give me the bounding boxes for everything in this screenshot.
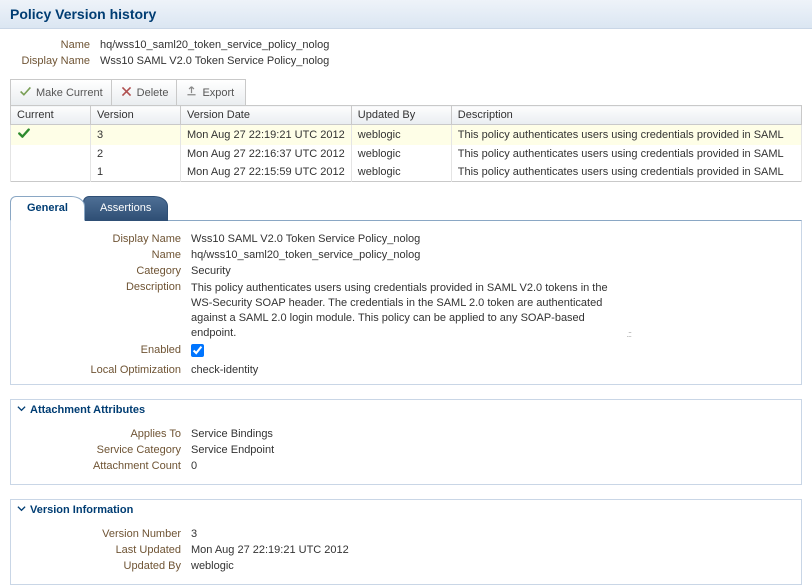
vi-updatedby-value: weblogic <box>191 560 791 572</box>
gen-category-label: Category <box>21 265 191 277</box>
table-row[interactable]: 3Mon Aug 27 22:19:21 UTC 2012weblogicThi… <box>11 125 802 146</box>
version-info-toggle[interactable]: Version Information <box>11 500 801 520</box>
toolbar: Make Current Delete Export <box>10 79 246 105</box>
gen-enabled-label: Enabled <box>21 344 191 360</box>
version-table: Current Version Version Date Updated By … <box>10 105 802 182</box>
gen-localopt-label: Local Optimization <box>21 364 191 376</box>
delete-icon <box>120 85 133 101</box>
gen-display-name-value: Wss10 SAML V2.0 Token Service Policy_nol… <box>191 233 791 245</box>
page-header: Policy Version history <box>0 0 812 29</box>
enabled-checkbox[interactable] <box>191 344 204 357</box>
check-outline-icon <box>19 85 32 101</box>
make-current-button[interactable]: Make Current <box>11 80 112 105</box>
col-current[interactable]: Current <box>11 106 91 125</box>
gen-enabled-value <box>191 344 791 360</box>
gen-description-text: This policy authenticates users using cr… <box>191 282 608 339</box>
table-header-row: Current Version Version Date Updated By … <box>11 106 802 125</box>
cell-version: 3 <box>91 125 181 146</box>
gen-category-value: Security <box>191 265 791 277</box>
gen-name-label: Name <box>21 249 191 261</box>
tab-general[interactable]: General <box>10 196 85 221</box>
cell-description: This policy authenticates users using cr… <box>451 163 801 182</box>
summary-display-name-label: Display Name <box>10 55 100 67</box>
cell-date: Mon Aug 27 22:19:21 UTC 2012 <box>181 125 352 146</box>
page-title: Policy Version history <box>10 6 156 22</box>
gen-description-value: This policy authenticates users using cr… <box>191 281 631 340</box>
export-label: Export <box>202 87 234 99</box>
general-panel: Display Name Wss10 SAML V2.0 Token Servi… <box>10 220 802 385</box>
cell-date: Mon Aug 27 22:15:59 UTC 2012 <box>181 163 352 182</box>
cell-current <box>11 163 91 182</box>
vi-updatedby-label: Updated By <box>21 560 191 572</box>
cell-current <box>11 125 91 146</box>
gen-localopt-value: check-identity <box>191 364 791 376</box>
summary-display-name-value: Wss10 SAML V2.0 Token Service Policy_nol… <box>100 55 802 67</box>
col-description[interactable]: Description <box>451 106 801 125</box>
delete-button[interactable]: Delete <box>112 80 178 105</box>
col-version-date[interactable]: Version Date <box>181 106 352 125</box>
tab-assertions[interactable]: Assertions <box>83 196 168 221</box>
delete-label: Delete <box>137 87 169 99</box>
chevron-down-icon <box>17 504 26 516</box>
export-icon <box>185 85 198 101</box>
gen-description-label: Description <box>21 281 191 340</box>
chevron-down-icon <box>17 404 26 416</box>
attachment-title: Attachment Attributes <box>30 404 145 416</box>
cell-version: 1 <box>91 163 181 182</box>
version-info-title: Version Information <box>30 504 133 516</box>
vi-lastupdated-value: Mon Aug 27 22:19:21 UTC 2012 <box>191 544 791 556</box>
vi-number-label: Version Number <box>21 528 191 540</box>
vi-number-value: 3 <box>191 528 791 540</box>
vi-lastupdated-label: Last Updated <box>21 544 191 556</box>
gen-display-name-label: Display Name <box>21 233 191 245</box>
version-info-section: Version Information Version Number 3 Las… <box>10 499 802 585</box>
cell-description: This policy authenticates users using cr… <box>451 145 801 163</box>
cell-updated-by: weblogic <box>351 163 451 182</box>
cell-updated-by: weblogic <box>351 145 451 163</box>
att-servicecat-label: Service Category <box>21 444 191 456</box>
att-count-label: Attachment Count <box>21 460 191 472</box>
make-current-label: Make Current <box>36 87 103 99</box>
cell-date: Mon Aug 27 22:16:37 UTC 2012 <box>181 145 352 163</box>
attachment-toggle[interactable]: Attachment Attributes <box>11 400 801 420</box>
table-row[interactable]: 1Mon Aug 27 22:15:59 UTC 2012weblogicThi… <box>11 163 802 182</box>
cell-version: 2 <box>91 145 181 163</box>
col-version[interactable]: Version <box>91 106 181 125</box>
table-row[interactable]: 2Mon Aug 27 22:16:37 UTC 2012weblogicThi… <box>11 145 802 163</box>
resize-grip-icon[interactable]: .:: <box>626 328 631 340</box>
cell-description: This policy authenticates users using cr… <box>451 125 801 146</box>
attachment-section: Attachment Attributes Applies To Service… <box>10 399 802 485</box>
summary-block: Name hq/wss10_saml20_token_service_polic… <box>0 29 812 79</box>
col-updated-by[interactable]: Updated By <box>351 106 451 125</box>
att-count-value: 0 <box>191 460 791 472</box>
gen-name-value: hq/wss10_saml20_token_service_policy_nol… <box>191 249 791 261</box>
att-appliesto-value: Service Bindings <box>191 428 791 440</box>
summary-name-label: Name <box>10 39 100 51</box>
cell-updated-by: weblogic <box>351 125 451 146</box>
summary-name-value: hq/wss10_saml20_token_service_policy_nol… <box>100 39 802 51</box>
tabstrip: General Assertions <box>10 196 802 221</box>
cell-current <box>11 145 91 163</box>
export-button[interactable]: Export <box>177 80 242 105</box>
current-check-icon <box>17 130 31 142</box>
att-appliesto-label: Applies To <box>21 428 191 440</box>
att-servicecat-value: Service Endpoint <box>191 444 791 456</box>
